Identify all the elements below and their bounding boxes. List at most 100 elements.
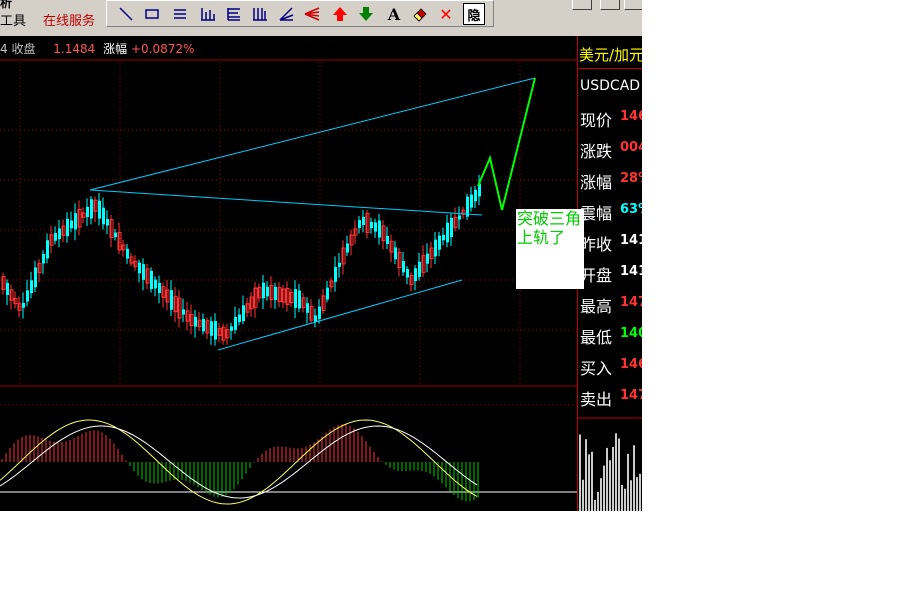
candle-body (338, 262, 341, 267)
candle-body (446, 222, 449, 243)
candle-body (74, 213, 77, 230)
candle-body (114, 232, 117, 238)
quote-row-label: 最高 (580, 297, 613, 316)
hide-toggle-button[interactable]: 隐 (463, 3, 485, 25)
eraser-tool-button[interactable] (409, 3, 431, 25)
candle-body (98, 200, 101, 219)
quote-row-value: 147 (620, 388, 642, 403)
candle-body (386, 235, 389, 245)
line-tool-button[interactable] (115, 3, 137, 25)
candle-body (434, 239, 437, 257)
candle-body (30, 280, 33, 294)
annotation-text: 突破三角上轨了 (517, 209, 582, 247)
candle-body (90, 199, 93, 219)
quote-symbol-name: 美元/加元 (579, 46, 642, 64)
candle-body (418, 261, 421, 277)
candle-body (46, 240, 49, 259)
candle-body (158, 282, 161, 294)
candle-body (86, 206, 89, 218)
up-arrow-tool-button[interactable] (329, 3, 351, 25)
period-lines-tool-button[interactable] (197, 3, 219, 25)
candle-body (438, 235, 441, 250)
candle-body (170, 290, 173, 310)
up-arrow-icon (333, 7, 347, 21)
down-arrow-tool-button[interactable] (355, 3, 377, 25)
rectangle-tool-icon (145, 9, 159, 19)
candle-body (370, 221, 373, 229)
fibonacci-tool-icon (227, 8, 240, 21)
menu-online-service[interactable]: 在线服务 (43, 14, 95, 30)
quote-row-label: 震幅 (580, 204, 613, 223)
window-title-fragment: 析 (0, 0, 13, 10)
price-chart[interactable] (0, 0, 577, 511)
gann-tool-button[interactable] (249, 3, 271, 25)
candle-body (294, 289, 297, 308)
candle-body (274, 286, 277, 301)
candle-body (242, 305, 245, 321)
minimize-button[interactable] (572, 0, 592, 10)
close-window-button[interactable] (624, 0, 642, 10)
candle-body (318, 306, 321, 319)
quote-row-label: 最低 (580, 328, 613, 347)
quote-row-label: 现价 (580, 111, 613, 130)
restore-button[interactable] (600, 0, 620, 10)
candle-body (414, 268, 417, 282)
candle-body (34, 267, 37, 288)
parallel-lines-tool-button[interactable] (169, 3, 191, 25)
info-change-value: +0.0872% (130, 42, 195, 56)
quote-row-value: 146 (620, 357, 642, 372)
candle-body (54, 233, 57, 241)
quote-row-value: 146 (620, 109, 642, 124)
price-info-line: 4 收盘 1.1484 涨幅 +0.0872% (0, 40, 194, 58)
candle-body (374, 222, 377, 232)
candle-body (326, 287, 329, 300)
text-tool-button[interactable]: A (383, 3, 405, 25)
candle-body (450, 217, 453, 238)
candle-body (346, 243, 349, 253)
info-close-label: 4 收盘 (0, 42, 36, 56)
quote-row-label: 涨跌 (580, 142, 613, 161)
candle-body (214, 321, 217, 340)
gann-tool-icon (253, 8, 267, 21)
rectangle-tool-button[interactable] (141, 3, 163, 25)
candle-body (234, 317, 237, 330)
breakout-annotation: 突破三角上轨了 (516, 209, 584, 289)
candle-body (70, 220, 73, 229)
fan-lines-tool-icon (304, 7, 320, 21)
info-close-value: 1.1484 (53, 42, 96, 56)
quote-row-value: 28% (620, 171, 642, 186)
candle-body (182, 309, 185, 315)
candle-body (394, 247, 397, 260)
candle-body (362, 216, 365, 226)
quote-symbol-code: USDCAD (580, 78, 641, 94)
info-change-label: 涨幅 (103, 42, 128, 56)
macd-indicator (0, 419, 479, 505)
down-arrow-icon (359, 7, 373, 21)
candle-body (194, 316, 197, 327)
quote-row-label: 开盘 (580, 266, 613, 285)
fibonacci-tool-button[interactable] (223, 3, 245, 25)
candle-body (266, 286, 269, 297)
percent-lines-tool-button[interactable] (275, 3, 297, 25)
candle-body (314, 315, 317, 322)
parallel-lines-tool-icon (174, 9, 186, 19)
quote-row: 现价 146 (578, 102, 642, 133)
quote-row-value: 140 (620, 326, 642, 341)
trading-app-window: 析 工具 在线服务 A ✕ 隐 4 收盘 1.1484 涨幅 +0.0872% … (0, 0, 642, 511)
triangle-upper-line (89, 189, 483, 216)
eraser-icon (413, 8, 427, 22)
menu-tools[interactable]: 工具 (0, 14, 26, 30)
candle-body (102, 207, 105, 225)
quote-row: 昨收 141 (578, 226, 642, 257)
fan-lines-tool-button[interactable] (301, 3, 323, 25)
quote-row-value: 147 (620, 295, 642, 310)
candle-body (298, 290, 301, 309)
candle-body (58, 228, 61, 240)
candle-body (142, 264, 145, 280)
quote-row-label: 涨幅 (580, 173, 613, 192)
candle-body (106, 219, 109, 226)
delete-tool-button[interactable]: ✕ (435, 3, 457, 25)
quote-row-label: 卖出 (580, 390, 613, 409)
projection-line (477, 77, 536, 211)
panel-divider (578, 68, 642, 69)
